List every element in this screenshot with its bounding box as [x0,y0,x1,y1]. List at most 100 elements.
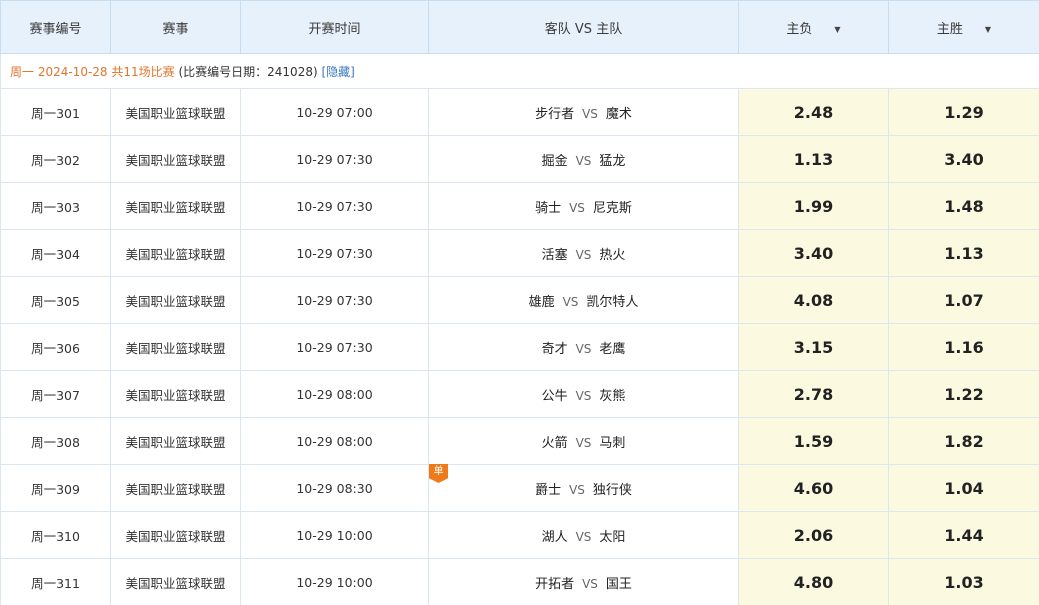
date-summary: 周一 2024-10-28 共11场比赛 [10,64,175,79]
table-row: 周一311 美国职业篮球联盟 10-29 10:00 开拓者 VS 国王 4.80 … [0,558,1039,605]
match-time: 10-29 07:30 [240,323,429,371]
header-home-win-label: 主胜 [936,21,963,37]
match-code: 周一301 [0,88,111,136]
header-time: 开赛时间 [240,0,429,54]
vs-label: VS [575,388,592,403]
away-win-odds[interactable]: 3.15 [738,323,889,371]
match-teams: 雄鹿 VS 凯尔特人 [428,276,739,324]
home-win-odds[interactable]: 1.03 [888,558,1039,605]
match-time: 10-29 07:30 [240,182,429,230]
match-teams: 公牛 VS 灰熊 [428,370,739,418]
home-win-odds[interactable]: 1.13 [888,229,1039,277]
hide-link[interactable]: [隐藏] [321,65,354,79]
match-code: 周一309 [0,464,111,512]
match-teams: 活塞 VS 热火 [428,229,739,277]
match-league: 美国职业篮球联盟 [110,370,241,418]
home-win-odds[interactable]: 1.22 [888,370,1039,418]
home-win-odds[interactable]: 1.48 [888,182,1039,230]
home-team: 国王 [605,576,632,592]
home-team: 魔术 [605,106,632,122]
match-code: 周一307 [0,370,111,418]
away-win-odds[interactable]: 2.78 [738,370,889,418]
away-win-odds[interactable]: 2.06 [738,511,889,559]
away-team: 活塞 [541,247,568,263]
table-row: 周一304 美国职业篮球联盟 10-29 07:30 活塞 VS 热火 3.40 1… [0,229,1039,277]
match-code: 周一305 [0,276,111,324]
vs-label: VS [575,341,592,356]
home-win-odds[interactable]: 1.04 [888,464,1039,512]
match-time: 10-29 07:30 [240,276,429,324]
away-team: 骑士 [535,200,562,216]
home-team: 猛龙 [599,153,626,169]
home-win-odds[interactable]: 1.16 [888,323,1039,371]
table-row: 周一310 美国职业篮球联盟 10-29 10:00 湖人 VS 太阳 2.06 1… [0,511,1039,559]
match-time: 10-29 08:00 [240,370,429,418]
home-win-odds[interactable]: 1.82 [888,417,1039,465]
match-league: 美国职业篮球联盟 [110,135,241,183]
match-teams: 骑士 VS 尼克斯 [428,182,739,230]
home-team: 灰熊 [599,388,626,404]
date-note: (比赛编号日期：241028) [178,64,318,79]
table-header: 赛事编号 赛事 开赛时间 客队 VS 主队 主负 ▼ 主胜 ▼ [0,0,1039,54]
vs-label: VS [575,247,592,262]
away-win-odds[interactable]: 4.08 [738,276,889,324]
away-win-odds[interactable]: 1.59 [738,417,889,465]
home-win-odds[interactable]: 1.29 [888,88,1039,136]
vs-label: VS [575,153,592,168]
match-time: 10-29 10:00 [240,558,429,605]
table-row: 周一303 美国职业篮球联盟 10-29 07:30 骑士 VS 尼克斯 1.99 … [0,182,1039,230]
vs-label: VS [562,294,579,309]
match-time: 10-29 08:30 [240,464,429,512]
match-code: 周一311 [0,558,111,605]
match-league: 美国职业篮球联盟 [110,323,241,371]
home-team: 老鹰 [599,341,626,357]
away-team: 火箭 [541,435,568,451]
match-teams: 开拓者 VS 国王 [428,558,739,605]
home-win-odds[interactable]: 3.40 [888,135,1039,183]
vs-label: VS [582,106,598,121]
home-win-odds[interactable]: 1.44 [888,511,1039,559]
header-away-win-label: 主负 [786,21,813,37]
away-team: 公牛 [541,388,568,404]
away-win-odds[interactable]: 1.99 [738,182,889,230]
away-win-odds[interactable]: 4.80 [738,558,889,605]
match-league: 美国职业篮球联盟 [110,558,241,605]
header-league: 赛事 [110,0,241,54]
vs-label: VS [575,435,592,450]
match-league: 美国职业篮球联盟 [110,464,241,512]
away-win-odds[interactable]: 2.48 [738,88,889,136]
match-time: 10-29 07:00 [240,88,429,136]
away-win-odds[interactable]: 4.60 [738,464,889,512]
vs-label: VS [582,576,598,591]
away-win-odds[interactable]: 3.40 [738,229,889,277]
home-team: 独行侠 [592,482,632,498]
single-badge: 单 [429,464,448,483]
match-league: 美国职业篮球联盟 [110,229,241,277]
table-row: 周一308 美国职业篮球联盟 10-29 08:00 火箭 VS 马刺 1.59 1… [0,417,1039,465]
header-away-win[interactable]: 主负 ▼ [738,0,889,54]
table-row: 周一309 美国职业篮球联盟 10-29 08:30 单爵士 VS 独行侠 4.60… [0,464,1039,512]
away-team: 雄鹿 [528,294,555,310]
away-team: 爵士 [535,482,562,498]
sort-down-icon[interactable]: ▼ [985,25,991,34]
header-teams: 客队 VS 主队 [428,0,739,54]
home-team: 太阳 [599,529,626,545]
date-info-row: 周一 2024-10-28 共11场比赛 (比赛编号日期：241028) [隐藏… [0,53,1039,89]
home-win-odds[interactable]: 1.07 [888,276,1039,324]
sort-down-icon[interactable]: ▼ [834,25,840,34]
home-team: 凯尔特人 [586,294,639,310]
table-row: 周一302 美国职业篮球联盟 10-29 07:30 掘金 VS 猛龙 1.13 3… [0,135,1039,183]
match-teams: 掘金 VS 猛龙 [428,135,739,183]
match-code: 周一310 [0,511,111,559]
header-home-win[interactable]: 主胜 ▼ [888,0,1039,54]
away-win-odds[interactable]: 1.13 [738,135,889,183]
match-time: 10-29 07:30 [240,135,429,183]
match-time: 10-29 07:30 [240,229,429,277]
vs-label: VS [569,200,585,215]
table-row: 周一301 美国职业篮球联盟 10-29 07:00 步行者 VS 魔术 2.48 … [0,88,1039,136]
match-teams: 单爵士 VS 独行侠 [428,464,739,512]
match-code: 周一302 [0,135,111,183]
match-code: 周一304 [0,229,111,277]
match-league: 美国职业篮球联盟 [110,417,241,465]
table-row: 周一305 美国职业篮球联盟 10-29 07:30 雄鹿 VS 凯尔特人 4.08… [0,276,1039,324]
